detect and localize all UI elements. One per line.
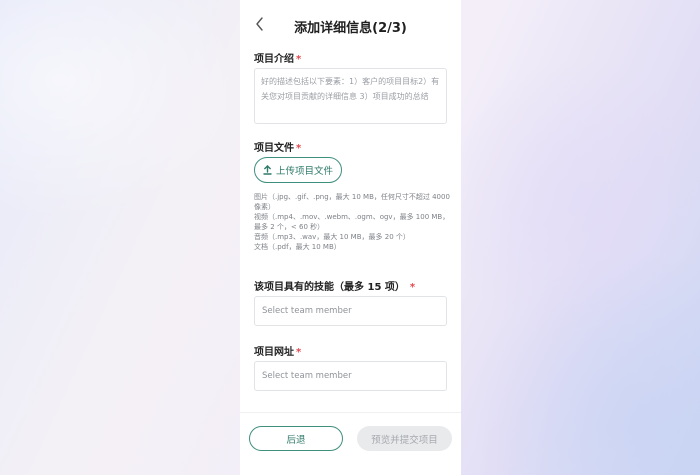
upload-files-label: 上传项目文件 [275, 166, 333, 177]
preview-submit-button[interactable]: 预览并提交项目 [357, 426, 452, 451]
hint-videos: 视频（.mp4、.mov、.webm、.ogm、ogv，最多 100 MB，最多… [254, 213, 450, 231]
required-mark: * [296, 143, 302, 154]
file-format-hints: 图片（.jpg、.gif、.png，最大 10 MB，任何尺寸不超过 4000 … [254, 192, 450, 252]
hint-images: 图片（.jpg、.gif、.png，最大 10 MB，任何尺寸不超过 4000 … [254, 193, 450, 211]
files-label: 项目文件 * [254, 139, 301, 154]
skills-input[interactable]: Select team member [254, 296, 447, 326]
hint-audio: 音频（.mp3、.wav，最大 10 MB，最多 20 个） [254, 233, 410, 241]
mobile-screen: 添加详细信息(2/3) 项目介绍 * 好的描述包括以下要素：1）客户的项目目标2）… [240, 0, 461, 475]
files-label-text: 项目文件 [254, 143, 294, 154]
back-button[interactable]: 后退 [249, 426, 343, 451]
url-input[interactable]: Select team member [254, 361, 447, 391]
url-label-text: 项目网址 [254, 347, 294, 358]
skills-label: 该项目具有的技能（最多 15 项） * [254, 278, 415, 293]
skills-label-text: 该项目具有的技能（最多 15 项） [254, 282, 405, 293]
upload-files-button[interactable]: 上传项目文件 [254, 157, 342, 183]
page-title: 添加详细信息(2/3) [294, 21, 407, 36]
url-label: 项目网址 * [254, 343, 301, 358]
intro-placeholder: 好的描述包括以下要素：1）客户的项目目标2）有关您对项目贡献的详细信息 3）项目… [261, 77, 440, 101]
url-placeholder: Select team member [262, 371, 352, 381]
footer-bar: 后退 预览并提交项目 [240, 412, 461, 475]
intro-textarea[interactable]: 好的描述包括以下要素：1）客户的项目目标2）有关您对项目贡献的详细信息 3）项目… [254, 68, 447, 124]
hint-documents: 文档（.pdf，最大 10 MB） [254, 243, 341, 251]
header: 添加详细信息(2/3) [240, 0, 461, 46]
upload-icon [263, 165, 272, 175]
required-mark: * [296, 347, 302, 358]
required-mark: * [409, 282, 416, 293]
required-mark: * [296, 54, 302, 65]
skills-placeholder: Select team member [262, 306, 352, 316]
intro-label: 项目介绍 * [254, 50, 301, 65]
intro-label-text: 项目介绍 [254, 54, 294, 65]
